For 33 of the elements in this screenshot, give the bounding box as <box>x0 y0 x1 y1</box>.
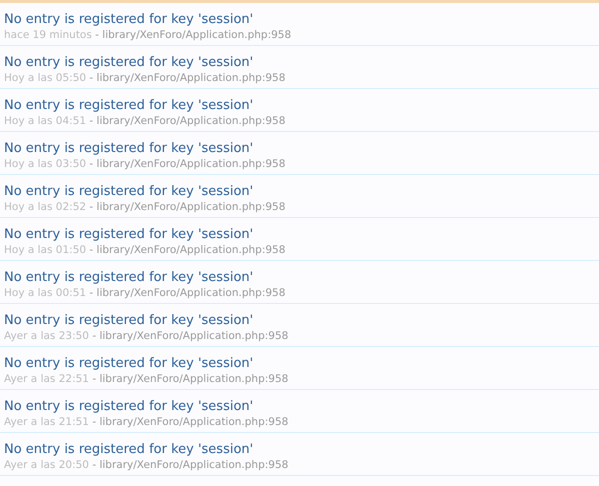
log-location: - library/XenForo/Application.php:958 <box>89 201 286 213</box>
log-location: - library/XenForo/Application.php:958 <box>89 115 286 127</box>
log-time: hace 19 minutos <box>4 29 92 41</box>
log-time: Ayer a las 21:51 <box>4 416 89 428</box>
log-message-link[interactable]: No entry is registered for key 'session' <box>4 97 254 114</box>
log-message-link[interactable]: No entry is registered for key 'session' <box>4 441 254 458</box>
log-message-link[interactable]: No entry is registered for key 'session' <box>4 269 254 286</box>
log-message-link[interactable]: No entry is registered for key 'session' <box>4 11 254 28</box>
log-time: Hoy a las 04:51 <box>4 115 86 127</box>
log-time: Hoy a las 00:51 <box>4 287 86 299</box>
log-message-link[interactable]: No entry is registered for key 'session' <box>4 398 254 415</box>
log-location: - library/XenForo/Application.php:958 <box>92 416 288 428</box>
log-time: Ayer a las 22:51 <box>4 373 89 385</box>
log-location: - library/XenForo/Application.php:958 <box>92 459 288 471</box>
log-location: - library/XenForo/Application.php:958 <box>92 373 288 385</box>
log-time: Hoy a las 02:52 <box>4 201 86 213</box>
log-message-link[interactable]: No entry is registered for key 'session' <box>4 54 254 71</box>
log-time: Ayer a las 20:50 <box>4 459 89 471</box>
log-message-link[interactable]: No entry is registered for key 'session' <box>4 183 254 200</box>
log-location: - library/XenForo/Application.php:958 <box>92 330 288 342</box>
log-time: Hoy a las 03:50 <box>4 158 86 170</box>
log-time: Hoy a las 05:50 <box>4 72 86 84</box>
log-location: - library/XenForo/Application.php:958 <box>89 287 286 299</box>
log-time: Ayer a las 23:50 <box>4 330 89 342</box>
log-location: - library/XenForo/Application.php:958 <box>89 244 286 256</box>
log-message-link[interactable]: No entry is registered for key 'session' <box>4 355 254 372</box>
log-message-link[interactable]: No entry is registered for key 'session' <box>4 312 254 329</box>
log-time: Hoy a las 01:50 <box>4 244 86 256</box>
log-location: - library/XenForo/Application.php:958 <box>89 72 286 84</box>
log-location: - library/XenForo/Application.php:958 <box>89 158 286 170</box>
log-message-link[interactable]: No entry is registered for key 'session' <box>4 226 254 243</box>
log-message-link[interactable]: No entry is registered for key 'session' <box>4 140 254 157</box>
log-location: - library/XenForo/Application.php:958 <box>95 29 292 41</box>
